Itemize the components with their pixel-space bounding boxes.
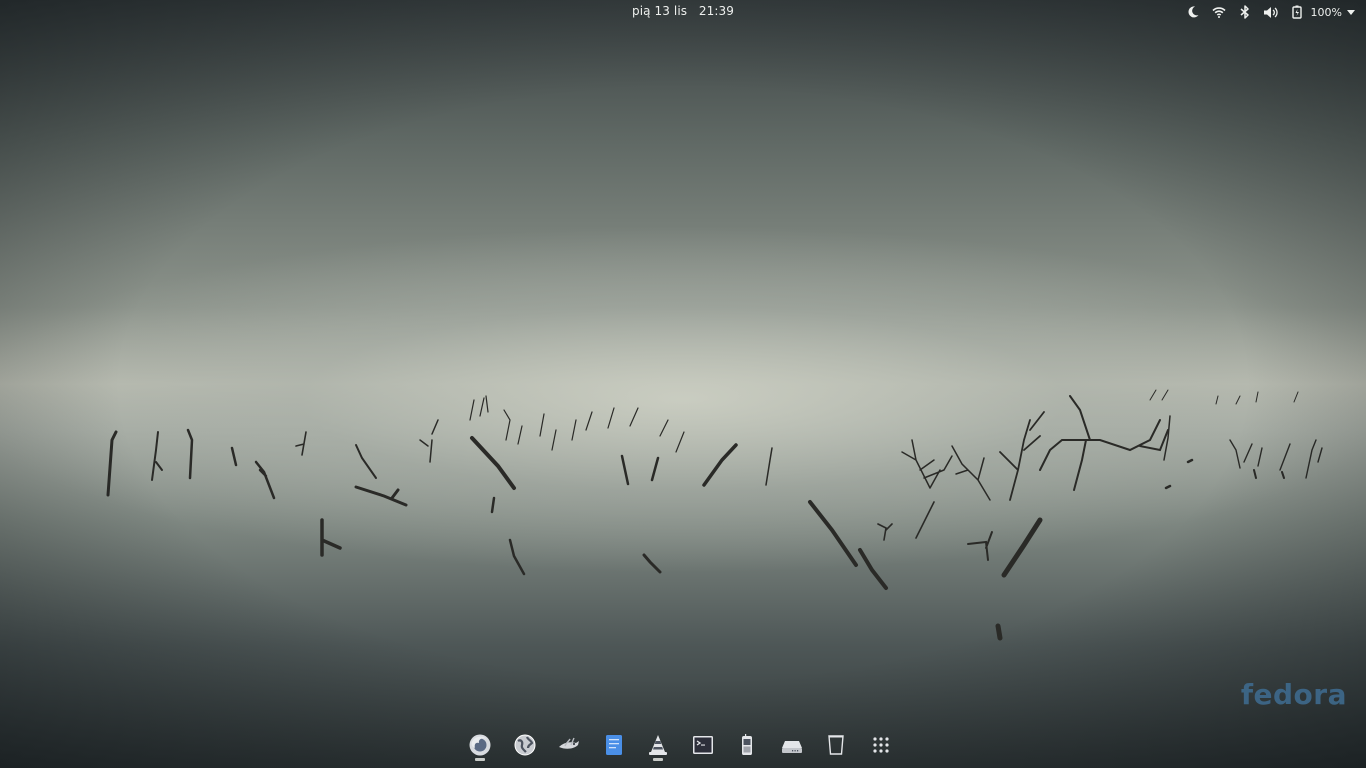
clock[interactable]: pią 13 lis 21:39 xyxy=(0,4,1366,18)
night-light-icon[interactable] xyxy=(1185,4,1201,20)
dock-item-vlc[interactable] xyxy=(636,728,681,764)
drive-icon xyxy=(781,741,802,753)
vlc-icon xyxy=(649,735,668,755)
phone-icon xyxy=(742,734,753,755)
gimp-icon xyxy=(559,737,580,749)
battery-icon[interactable] xyxy=(1289,4,1305,20)
app-grid-icon xyxy=(873,737,889,753)
dock-item-gimp[interactable] xyxy=(547,728,592,764)
battery-percentage[interactable]: 100% xyxy=(1311,6,1342,19)
wifi-icon[interactable] xyxy=(1211,4,1227,20)
dock-item-gsconnect[interactable] xyxy=(725,728,770,764)
dock-item-text-editor[interactable] xyxy=(592,728,637,764)
firefox-icon xyxy=(469,734,491,756)
top-bar: pią 13 lis 21:39 100% xyxy=(0,0,1366,24)
clock-time[interactable]: 21:39 xyxy=(699,4,734,18)
fedora-watermark: fedora xyxy=(1240,678,1347,711)
dock-item-show-applications[interactable] xyxy=(859,728,904,764)
dropdown-arrow-icon[interactable] xyxy=(1346,4,1356,20)
globe-icon xyxy=(514,734,536,756)
dock-item-terminal[interactable] xyxy=(681,728,726,764)
system-tray[interactable]: 100% xyxy=(1185,3,1356,21)
dock-item-firefox[interactable] xyxy=(458,728,503,764)
text-editor-icon xyxy=(605,735,622,755)
terminal-icon xyxy=(692,736,713,754)
running-indicator xyxy=(653,758,664,761)
running-indicator xyxy=(475,758,486,761)
volume-icon[interactable] xyxy=(1263,4,1279,20)
dock xyxy=(458,728,903,764)
dock-item-trash[interactable] xyxy=(814,728,859,764)
bluetooth-icon[interactable] xyxy=(1237,4,1253,20)
dock-item-web-browser[interactable] xyxy=(503,728,548,764)
dock-item-drive[interactable] xyxy=(770,728,815,764)
trash-icon xyxy=(828,735,845,755)
wallpaper-vignette xyxy=(0,0,1366,768)
clock-date[interactable]: pią 13 lis xyxy=(632,4,687,18)
